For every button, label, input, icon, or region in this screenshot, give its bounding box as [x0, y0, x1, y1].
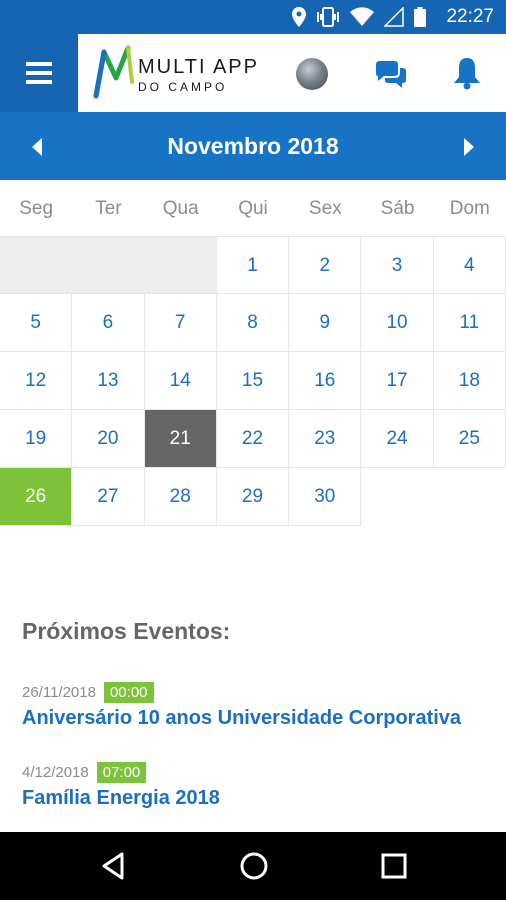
calendar-day-17[interactable]: 17: [361, 352, 434, 410]
avatar[interactable]: [296, 58, 328, 90]
system-nav-bar: [0, 832, 506, 900]
calendar-grid: 1 2 3 4 5 6 7 8 9 10 11 12 13 14 15 16 17 18 19 20 21 22 23 24 2…: [0, 236, 506, 526]
calendar-day-4[interactable]: 4: [433, 236, 506, 294]
calendar-day-9[interactable]: 9: [289, 294, 362, 352]
weekday-label: Dom: [449, 198, 490, 219]
calendar-day-19[interactable]: 19: [0, 410, 73, 468]
calendar-day-18[interactable]: 18: [433, 352, 506, 410]
calendar-day-28[interactable]: 28: [144, 468, 217, 526]
logo-subtitle: DO CAMPO: [138, 80, 228, 94]
event-title-link[interactable]: Família Energia 2018: [22, 787, 220, 810]
weekday-label: Sex: [308, 198, 342, 219]
menu-button[interactable]: [0, 34, 78, 112]
location-icon: [292, 7, 306, 27]
calendar-week-row: 19 20 21 22 23 24 25: [0, 410, 506, 468]
calendar-empty-cell: [0, 236, 73, 294]
calendar-day-16[interactable]: 16: [289, 352, 362, 410]
calendar-day-7[interactable]: 7: [144, 294, 217, 352]
calendar-day-23[interactable]: 23: [289, 410, 362, 468]
calendar-day-15[interactable]: 15: [216, 352, 290, 410]
calendar-day-26[interactable]: 26: [0, 468, 73, 526]
calendar-blank-cell: [361, 468, 433, 526]
calendar-day-29[interactable]: 29: [216, 468, 290, 526]
calendar-day-8[interactable]: 8: [216, 294, 290, 352]
next-month-button[interactable]: [454, 134, 484, 160]
event-title-link[interactable]: Aniversário 10 anos Universidade Corpora…: [22, 707, 461, 730]
weekday-label: Qua: [162, 198, 199, 219]
status-icons: [292, 7, 426, 27]
event-date: 26/11/2018: [22, 684, 96, 701]
calendar-day-6[interactable]: 6: [72, 294, 145, 352]
status-bar: 22:27: [0, 0, 506, 34]
logo-title: MULTI APP: [138, 56, 259, 78]
calendar-day-1[interactable]: 1: [216, 236, 290, 294]
calendar-day-10[interactable]: 10: [361, 294, 434, 352]
calendar-day-30[interactable]: 30: [289, 468, 362, 526]
vibrate-icon: [317, 7, 339, 27]
signal-icon: [384, 7, 404, 27]
calendar-day-22[interactable]: 22: [216, 410, 290, 468]
calendar-empty-cell: [144, 236, 217, 294]
logo-mark-icon: [93, 45, 134, 99]
home-icon[interactable]: [238, 850, 270, 882]
app-header: MULTI APP DO CAMPO: [0, 34, 506, 112]
app-header-content: MULTI APP DO CAMPO: [78, 34, 506, 112]
calendar-day-11[interactable]: 11: [433, 294, 506, 352]
calendar-day-25[interactable]: 25: [433, 410, 506, 468]
calendar-blank-cell: [434, 468, 506, 526]
calendar-day-3[interactable]: 3: [361, 236, 434, 294]
event-time-badge: 07:00: [96, 762, 147, 783]
event-date: 4/12/2018: [22, 764, 89, 781]
battery-icon: [414, 7, 426, 27]
recents-icon[interactable]: [378, 850, 410, 882]
weekday-label: Seg: [19, 198, 54, 219]
hamburger-icon: [26, 62, 52, 84]
wifi-icon: [350, 7, 374, 27]
chat-icon[interactable]: [374, 60, 408, 90]
calendar-day-27[interactable]: 27: [72, 468, 145, 526]
event-item[interactable]: 4/12/2018 07:00 Família Energia 2018: [22, 762, 220, 810]
weekday-label: Qui: [238, 198, 268, 219]
calendar-empty-cell: [72, 236, 145, 294]
events-title: Próximos Eventos:: [22, 618, 231, 644]
status-time: 22:27: [446, 6, 494, 27]
app-logo[interactable]: MULTI APP DO CAMPO: [92, 44, 267, 102]
month-bar: Novembro 2018: [0, 112, 506, 180]
calendar-day-2[interactable]: 2: [289, 236, 362, 294]
calendar-week-row: 12 13 14 15 16 17 18: [0, 352, 506, 410]
calendar-week-row: 26 27 28 29 30: [0, 468, 506, 526]
event-item[interactable]: 26/11/2018 00:00 Aniversário 10 anos Univ…: [22, 682, 461, 730]
calendar-day-21[interactable]: 21: [144, 410, 217, 468]
weekday-header: Seg Ter Qua Qui Sex Sáb Dom: [0, 198, 506, 238]
calendar-week-row: 5 6 7 8 9 10 11: [0, 294, 506, 352]
weekday-label: Sáb: [380, 198, 415, 219]
weekday-label: Ter: [95, 198, 122, 219]
calendar-day-13[interactable]: 13: [72, 352, 145, 410]
calendar-week-row: 1234: [0, 236, 506, 294]
back-icon[interactable]: [98, 850, 130, 882]
event-time-badge: 00:00: [103, 682, 154, 703]
bell-icon[interactable]: [452, 56, 482, 90]
calendar-day-12[interactable]: 12: [0, 352, 73, 410]
calendar-day-20[interactable]: 20: [72, 410, 145, 468]
calendar-day-24[interactable]: 24: [361, 410, 434, 468]
calendar-day-14[interactable]: 14: [144, 352, 217, 410]
calendar-day-5[interactable]: 5: [0, 294, 73, 352]
month-title: Novembro 2018: [167, 133, 339, 159]
